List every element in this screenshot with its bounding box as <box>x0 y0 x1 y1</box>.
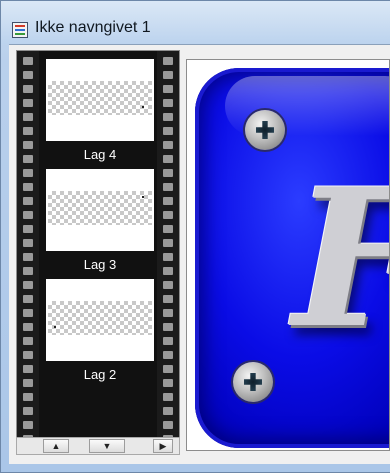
film-hole <box>23 169 33 177</box>
film-hole <box>163 421 173 429</box>
film-hole <box>163 267 173 275</box>
film-hole <box>163 323 173 331</box>
window-title: Ikke navngivet 1 <box>35 19 151 36</box>
title-bar[interactable]: Ikke navngivet 1 <box>1 1 390 44</box>
film-hole <box>23 393 33 401</box>
filmstrip-scrollbar[interactable]: ▲ ▼ ▶ <box>16 437 180 455</box>
film-hole <box>163 71 173 79</box>
film-hole <box>163 85 173 93</box>
film-hole <box>163 155 173 163</box>
film-hole <box>23 421 33 429</box>
arrow-up-icon[interactable]: ▲ <box>43 439 69 453</box>
film-hole <box>23 99 33 107</box>
badge-letter: F <box>293 164 389 354</box>
film-hole <box>23 113 33 121</box>
film-hole <box>23 267 33 275</box>
film-hole <box>23 323 33 331</box>
film-hole <box>23 253 33 261</box>
arrow-right-icon[interactable]: ▶ <box>153 439 173 453</box>
film-hole <box>163 127 173 135</box>
transparency-checker <box>48 191 152 225</box>
film-hole <box>163 113 173 121</box>
film-hole <box>23 365 33 373</box>
film-hole <box>23 239 33 247</box>
film-hole <box>163 393 173 401</box>
film-hole <box>23 337 33 345</box>
transparency-checker <box>48 301 152 335</box>
layer-label[interactable]: Lag 2 <box>46 367 154 382</box>
screw-icon <box>233 362 273 402</box>
layer-thumbnail-lag3[interactable] <box>46 169 154 251</box>
film-hole <box>163 57 173 65</box>
film-hole <box>23 295 33 303</box>
film-hole <box>163 141 173 149</box>
film-hole <box>163 407 173 415</box>
film-hole <box>23 211 33 219</box>
film-hole <box>23 225 33 233</box>
layer-label[interactable]: Lag 4 <box>46 147 154 162</box>
film-hole <box>163 309 173 317</box>
layer-label[interactable]: Lag 3 <box>46 257 154 272</box>
film-hole <box>163 225 173 233</box>
film-perforations-right <box>157 51 179 437</box>
film-hole <box>163 337 173 345</box>
film-hole <box>23 197 33 205</box>
film-hole <box>23 127 33 135</box>
badge-image: F <box>195 68 389 448</box>
film-hole <box>163 379 173 387</box>
paint-app-icon[interactable] <box>12 22 28 38</box>
image-canvas[interactable]: F <box>186 59 390 451</box>
film-hole <box>163 351 173 359</box>
film-hole <box>163 169 173 177</box>
layers-filmstrip: Lag 4 Lag 3 Lag 2 <box>16 50 180 438</box>
arrow-down-icon[interactable]: ▼ <box>89 439 125 453</box>
film-hole <box>23 85 33 93</box>
film-hole <box>23 155 33 163</box>
film-perforations-left <box>17 51 39 437</box>
film-hole <box>163 183 173 191</box>
film-hole <box>163 253 173 261</box>
film-hole <box>163 211 173 219</box>
layer-thumbnail-lag2[interactable] <box>46 279 154 361</box>
film-hole <box>23 309 33 317</box>
film-hole <box>163 197 173 205</box>
film-hole <box>23 351 33 359</box>
film-hole <box>23 141 33 149</box>
film-hole <box>163 281 173 289</box>
film-hole <box>23 57 33 65</box>
layer-thumbnail-lag4[interactable] <box>46 59 154 141</box>
film-hole <box>23 407 33 415</box>
film-hole <box>23 71 33 79</box>
screw-icon <box>245 110 285 150</box>
film-hole <box>163 99 173 107</box>
transparency-checker <box>48 81 152 115</box>
film-hole <box>163 239 173 247</box>
film-hole <box>163 295 173 303</box>
film-hole <box>23 379 33 387</box>
film-hole <box>23 183 33 191</box>
film-hole <box>23 281 33 289</box>
film-hole <box>163 365 173 373</box>
